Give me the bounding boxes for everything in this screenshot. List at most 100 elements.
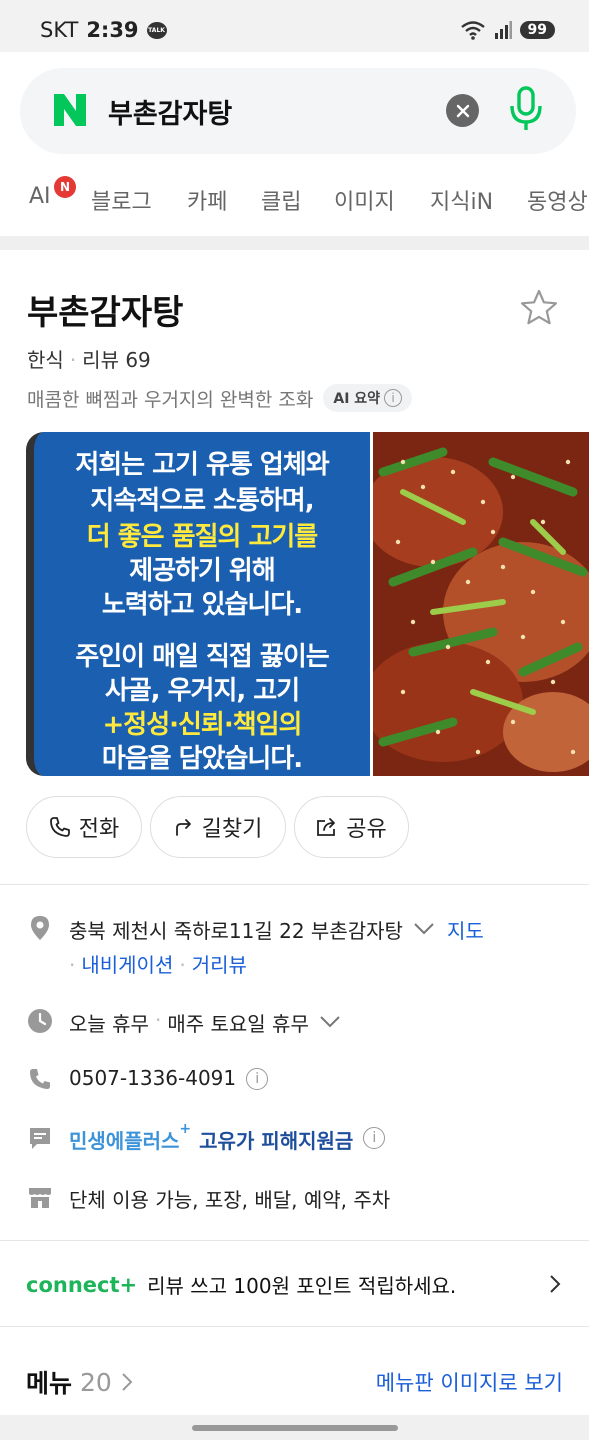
facilities-text: 단체 이용 가능, 포장, 배달, 예약, 주차	[69, 1188, 391, 1212]
status-bar: SKT 2:39 TALK 99	[0, 0, 589, 52]
menu-header[interactable]: 메뉴 20	[26, 1364, 134, 1400]
hours-note: 매주 토요일 휴무	[167, 1012, 309, 1036]
place-summary: 매콤한 뼈찜과 우거지의 완벽한 조화 AI 요약 i	[27, 384, 413, 412]
tab-knowledge-in[interactable]: 지식iN	[430, 184, 493, 216]
review-count[interactable]: 리뷰 69	[82, 348, 151, 372]
clock: 2:39	[86, 18, 139, 42]
share-label: 공유	[346, 817, 387, 842]
facilities-row: 단체 이용 가능, 포장, 배달, 예약, 주차	[27, 1184, 390, 1213]
phone-icon	[30, 1069, 50, 1089]
search-input[interactable]: 부촌감자탕	[20, 68, 576, 154]
photo-text-line: 제공하기 위해	[129, 556, 276, 586]
benefit-text[interactable]: 고유가 피해지원금	[199, 1125, 353, 1154]
photo-text-line: 마음을 담았습니다.	[101, 744, 303, 774]
chevron-down-icon[interactable]	[319, 1015, 341, 1029]
wifi-icon	[460, 21, 485, 40]
search-query-text[interactable]: 부촌감자탕	[108, 92, 232, 131]
section-divider	[0, 236, 589, 250]
address-text[interactable]: 충북 제천시 죽하로11길 22 부촌감자탕	[69, 915, 403, 944]
separator-dot: ·	[154, 1008, 162, 1032]
chevron-right-icon[interactable]	[548, 1273, 562, 1295]
kakaotalk-icon: TALK	[146, 21, 167, 39]
tab-label: 카페	[187, 190, 228, 215]
carrier-label: SKT	[40, 18, 79, 42]
mic-icon[interactable]	[508, 86, 544, 132]
search-header: 부촌감자탕	[0, 52, 589, 172]
phone-row: 0507-1336-4091 i	[27, 1066, 269, 1092]
separator-dot: ·	[69, 953, 76, 977]
benefit-row: 민생에플러스 + 고유가 피해지원금 i	[27, 1121, 386, 1154]
section-divider	[0, 884, 589, 885]
category-label: 한식	[27, 348, 64, 372]
street-view-link[interactable]: 거리뷰	[192, 953, 247, 977]
tab-label: AI	[29, 184, 51, 209]
info-icon[interactable]: i	[246, 1068, 269, 1090]
ai-chip-label: AI 요약	[333, 391, 381, 407]
tab-label: 지식iN	[430, 190, 494, 215]
store-icon	[29, 1188, 51, 1208]
tab-label: 클립	[261, 190, 302, 215]
phone-number[interactable]: 0507-1336-4091	[69, 1066, 236, 1090]
hours-row[interactable]: 오늘 휴무 · 매주 토요일 휴무	[27, 1008, 341, 1037]
phone-icon	[49, 817, 70, 837]
menu-title: 메뉴	[26, 1369, 73, 1398]
info-icon: i	[384, 389, 403, 407]
connect-text: 리뷰 쓰고 100원 포인트 적립하세요.	[147, 1274, 457, 1298]
tab-blog[interactable]: 블로그	[91, 184, 152, 216]
chevron-down-icon[interactable]	[413, 922, 435, 936]
tab-video[interactable]: 동영상	[527, 184, 588, 216]
new-badge: N	[54, 176, 76, 198]
clear-search-button[interactable]	[446, 94, 479, 127]
share-button[interactable]: 공유	[294, 796, 409, 858]
address-links: · 내비게이션 · 거리뷰	[69, 949, 247, 978]
close-icon	[456, 104, 469, 117]
navigation-link[interactable]: 내비게이션	[81, 953, 173, 977]
battery-indicator: 99	[519, 21, 555, 39]
map-link[interactable]: 지도	[447, 915, 484, 944]
tab-clip[interactable]: 클립	[261, 184, 301, 216]
directions-button[interactable]: 길찾기	[150, 796, 286, 858]
photo-food[interactable]	[373, 432, 589, 776]
home-indicator[interactable]	[192, 1425, 398, 1431]
status-left: SKT 2:39 TALK	[40, 18, 167, 42]
place-title[interactable]: 부촌감자탕	[27, 285, 183, 334]
naver-logo-icon[interactable]	[52, 92, 88, 128]
share-icon	[317, 818, 336, 836]
ai-summary-chip[interactable]: AI 요약 i	[323, 384, 413, 412]
notice-icon	[30, 1128, 50, 1149]
summary-text: 매콤한 뼈찜과 우거지의 완벽한 조화	[27, 388, 314, 411]
info-icon[interactable]: i	[363, 1127, 386, 1149]
clock-icon	[28, 1009, 52, 1033]
connect-logo: connect+	[26, 1272, 138, 1297]
tab-image[interactable]: 이미지	[334, 184, 395, 216]
directions-label: 길찾기	[201, 817, 263, 842]
photo-text-line-highlight: 더 좋은 품질의 고기를	[86, 522, 318, 552]
address-row: 충북 제천시 죽하로11길 22 부촌감자탕 지도	[27, 915, 484, 944]
photo-text-line: 저희는 고기 유통 업체와	[75, 450, 329, 480]
menu-image-link[interactable]: 메뉴판 이미지로 보기	[376, 1367, 563, 1397]
photo-text-line-highlight: +정성·신뢰·책임의	[102, 710, 303, 740]
connect-banner[interactable]: connect+ 리뷰 쓰고 100원 포인트 적립하세요.	[26, 1270, 456, 1299]
directions-icon	[175, 819, 191, 836]
place-meta: 한식 · 리뷰 69	[27, 344, 151, 373]
tab-ai[interactable]: AI	[29, 184, 51, 209]
section-divider	[0, 1240, 589, 1241]
photo-text-line: 주인이 매일 직접 끓이는	[75, 642, 329, 672]
tab-label: 블로그	[91, 190, 152, 215]
star-icon[interactable]	[519, 288, 559, 328]
menu-count: 20	[80, 1367, 112, 1397]
location-pin-icon	[31, 916, 49, 940]
search-tabs: AI N 블로그 카페 클립 이미지 지식iN 동영상	[0, 172, 589, 236]
call-button[interactable]: 전화	[26, 796, 142, 858]
photo-notice[interactable]: 저희는 고기 유통 업체와 지속적으로 소통하며, 더 좋은 품질의 고기를 제…	[26, 432, 370, 776]
plus-icon: +	[179, 1121, 192, 1137]
photo-text-line: 지속적으로 소통하며,	[90, 486, 314, 516]
call-label: 전화	[78, 817, 120, 842]
separator-dot: ·	[179, 953, 186, 977]
photo-text-line: 노력하고 있습니다.	[101, 590, 303, 620]
tab-cafe[interactable]: 카페	[187, 184, 227, 216]
signal-icon	[494, 21, 512, 39]
chevron-right-icon	[122, 1373, 133, 1391]
section-divider	[0, 1326, 589, 1327]
benefit-brand[interactable]: 민생에플러스	[69, 1125, 179, 1154]
